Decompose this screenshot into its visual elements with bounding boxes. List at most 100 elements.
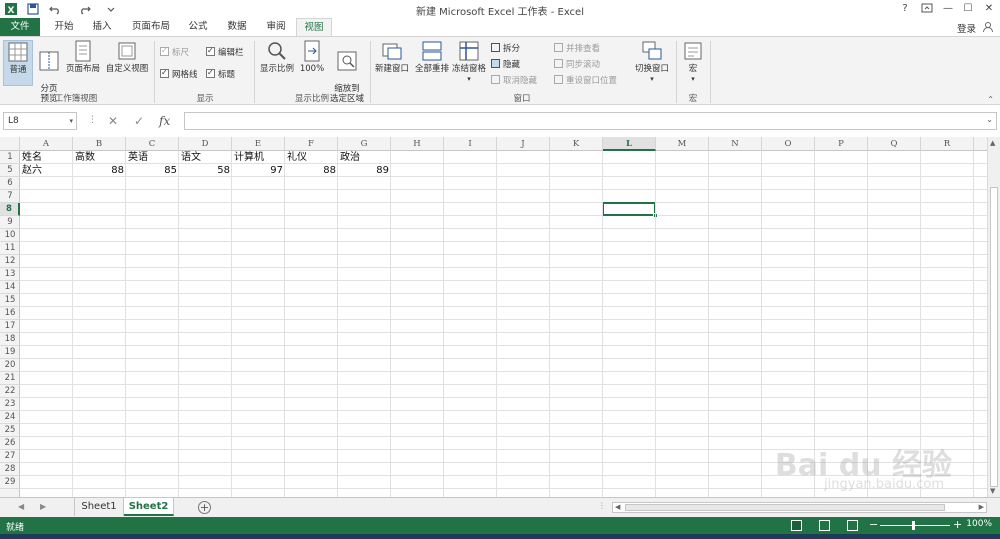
- row-header-26[interactable]: 26: [0, 437, 20, 450]
- row-header-1[interactable]: 1: [0, 151, 20, 164]
- zoom-button[interactable]: 显示比例: [257, 40, 297, 86]
- column-header-L[interactable]: L: [603, 137, 656, 151]
- headings-checkbox[interactable]: 标题: [206, 67, 235, 81]
- cell-G1[interactable]: 政治: [338, 151, 391, 164]
- column-header-P[interactable]: P: [815, 137, 868, 151]
- cell-A5[interactable]: 赵六: [20, 164, 73, 177]
- reset-window-position-button[interactable]: 重设窗口位置: [554, 75, 617, 87]
- tab-home[interactable]: 开始: [48, 18, 80, 36]
- next-sheet-icon[interactable]: ▶: [40, 502, 46, 511]
- row-header-5[interactable]: 5: [0, 164, 20, 177]
- restore-button[interactable]: ☐: [961, 2, 975, 16]
- column-header-F[interactable]: F: [285, 137, 338, 151]
- row-header-14[interactable]: 14: [0, 281, 20, 294]
- new-window-button[interactable]: 新建窗口: [372, 40, 412, 86]
- vertical-scrollbar[interactable]: ▲ ▼: [987, 137, 1000, 497]
- column-header-C[interactable]: C: [126, 137, 179, 151]
- minimize-button[interactable]: —: [941, 2, 955, 16]
- custom-views-button[interactable]: 自定义视图: [104, 40, 150, 86]
- cell-D5[interactable]: 58: [179, 164, 232, 177]
- row-header-12[interactable]: 12: [0, 255, 20, 268]
- formula-input[interactable]: ⌄: [184, 112, 997, 130]
- row-header-6[interactable]: 6: [0, 177, 20, 190]
- account-icon[interactable]: [982, 21, 994, 33]
- column-header-N[interactable]: N: [709, 137, 762, 151]
- help-button[interactable]: ?: [898, 2, 912, 16]
- column-header-M[interactable]: M: [656, 137, 709, 151]
- page-layout-view-button[interactable]: 页面布局: [64, 40, 102, 86]
- row-header-9[interactable]: 9: [0, 216, 20, 229]
- add-sheet-icon[interactable]: +: [198, 501, 211, 514]
- row-header-10[interactable]: 10: [0, 229, 20, 242]
- row-header-25[interactable]: 25: [0, 424, 20, 437]
- zoom-in-icon[interactable]: +: [953, 518, 962, 531]
- scroll-down-icon[interactable]: ▼: [990, 487, 995, 495]
- row-header-23[interactable]: 23: [0, 398, 20, 411]
- login-link[interactable]: 登录: [957, 21, 976, 35]
- sheet-tab-sheet2[interactable]: Sheet2: [124, 498, 174, 516]
- select-all-corner[interactable]: [0, 137, 20, 151]
- zoom-slider[interactable]: [880, 521, 950, 530]
- row-header-24[interactable]: 24: [0, 411, 20, 424]
- formula-bar-checkbox[interactable]: 编辑栏: [206, 45, 244, 59]
- tab-formulas[interactable]: 公式: [182, 18, 214, 36]
- column-header-A[interactable]: A: [20, 137, 73, 151]
- cell-B5[interactable]: 88: [73, 164, 126, 177]
- page-break-view-icon[interactable]: [847, 520, 858, 531]
- cell-E5[interactable]: 97: [232, 164, 285, 177]
- cell-F5[interactable]: 88: [285, 164, 338, 177]
- column-header-O[interactable]: O: [762, 137, 815, 151]
- row-header-28[interactable]: 28: [0, 463, 20, 476]
- cell-E1[interactable]: 计算机: [232, 151, 285, 164]
- tab-insert[interactable]: 插入: [86, 18, 118, 36]
- column-header-I[interactable]: I: [444, 137, 497, 151]
- row-header-18[interactable]: 18: [0, 333, 20, 346]
- column-header-H[interactable]: H: [391, 137, 444, 151]
- zoom-100-button[interactable]: 100%: [298, 40, 326, 86]
- scroll-right-icon[interactable]: ▶: [979, 503, 984, 511]
- column-header-Q[interactable]: Q: [868, 137, 921, 151]
- cell-A1[interactable]: 姓名: [20, 151, 73, 164]
- chevron-down-icon[interactable]: ▾: [69, 113, 73, 129]
- split-button[interactable]: 拆分: [491, 43, 520, 55]
- column-header-G[interactable]: G: [338, 137, 391, 151]
- column-header-R[interactable]: R: [921, 137, 974, 151]
- tab-data[interactable]: 数据: [221, 18, 253, 36]
- row-header-7[interactable]: 7: [0, 190, 20, 203]
- column-header-K[interactable]: K: [550, 137, 603, 151]
- zoom-out-icon[interactable]: −: [869, 518, 878, 531]
- cell-F1[interactable]: 礼仪: [285, 151, 338, 164]
- column-header-E[interactable]: E: [232, 137, 285, 151]
- horizontal-scrollbar[interactable]: ◀ ▶: [612, 502, 987, 513]
- tab-page-layout[interactable]: 页面布局: [126, 18, 176, 36]
- gridlines-checkbox[interactable]: 网格线: [160, 67, 198, 81]
- ribbon-display-options-button[interactable]: [920, 2, 934, 16]
- page-break-preview-button[interactable]: 分页 预览: [36, 40, 62, 104]
- prev-sheet-icon[interactable]: ◀: [18, 502, 24, 511]
- tab-view[interactable]: 视图: [296, 18, 332, 36]
- enter-icon[interactable]: ✓: [134, 114, 144, 128]
- cell-C1[interactable]: 英语: [126, 151, 179, 164]
- scroll-left-icon[interactable]: ◀: [615, 503, 620, 511]
- cell-D1[interactable]: 语文: [179, 151, 232, 164]
- more-options-icon[interactable]: ⋮: [88, 115, 97, 125]
- cell-G5[interactable]: 89: [338, 164, 391, 177]
- normal-view-icon[interactable]: [791, 520, 802, 531]
- sync-scroll-button[interactable]: 同步滚动: [554, 59, 600, 71]
- column-header-D[interactable]: D: [179, 137, 232, 151]
- insert-function-icon[interactable]: fx: [159, 114, 170, 128]
- unhide-button[interactable]: 取消隐藏: [491, 75, 537, 87]
- row-header-13[interactable]: 13: [0, 268, 20, 281]
- expand-formula-icon[interactable]: ⌄: [986, 115, 993, 124]
- view-side-by-side-button[interactable]: 并排查看: [554, 43, 600, 55]
- row-header-16[interactable]: 16: [0, 307, 20, 320]
- row-header-17[interactable]: 17: [0, 320, 20, 333]
- row-header-21[interactable]: 21: [0, 372, 20, 385]
- row-header-15[interactable]: 15: [0, 294, 20, 307]
- cell-C5[interactable]: 85: [126, 164, 179, 177]
- freeze-panes-button[interactable]: 冻结窗格 ▾: [451, 40, 487, 94]
- sheet-tab-sheet1[interactable]: Sheet1: [74, 498, 124, 516]
- row-header-8[interactable]: 8: [0, 203, 20, 216]
- ruler-checkbox[interactable]: 标尺: [160, 45, 189, 59]
- scroll-up-icon[interactable]: ▲: [990, 139, 995, 147]
